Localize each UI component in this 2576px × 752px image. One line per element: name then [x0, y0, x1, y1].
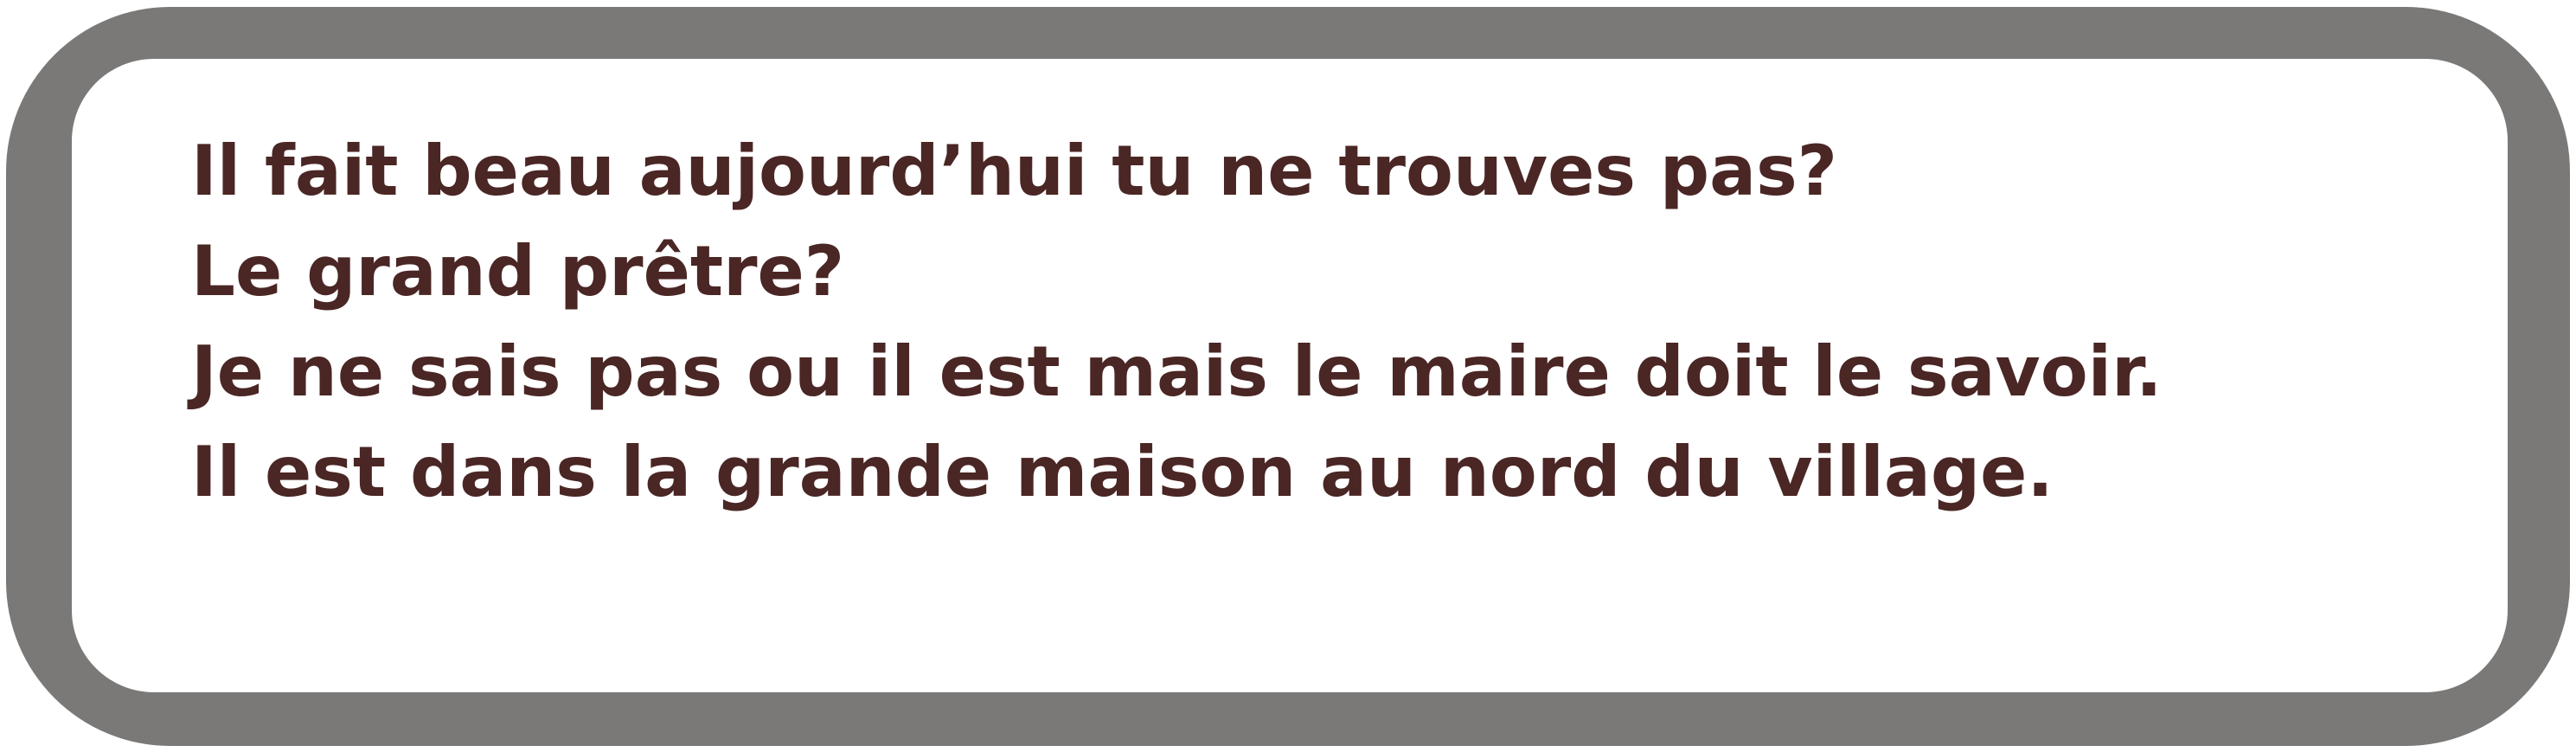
dialog-text: Il fait beau aujourd’hui tu ne trouves p…	[191, 121, 2163, 523]
dialog-box[interactable]: Il fait beau aujourd’hui tu ne trouves p…	[6, 7, 2570, 746]
dialog-panel: Il fait beau aujourd’hui tu ne trouves p…	[72, 59, 2508, 692]
dialog-line-2: Le grand prêtre?	[191, 231, 845, 312]
dialog-line-4: Il est dans la grande maison au nord du …	[191, 432, 2054, 512]
dialog-line-3: Je ne sais pas ou il est mais le maire d…	[191, 331, 2163, 412]
dialog-line-1: Il fait beau aujourd’hui tu ne trouves p…	[191, 131, 1838, 211]
